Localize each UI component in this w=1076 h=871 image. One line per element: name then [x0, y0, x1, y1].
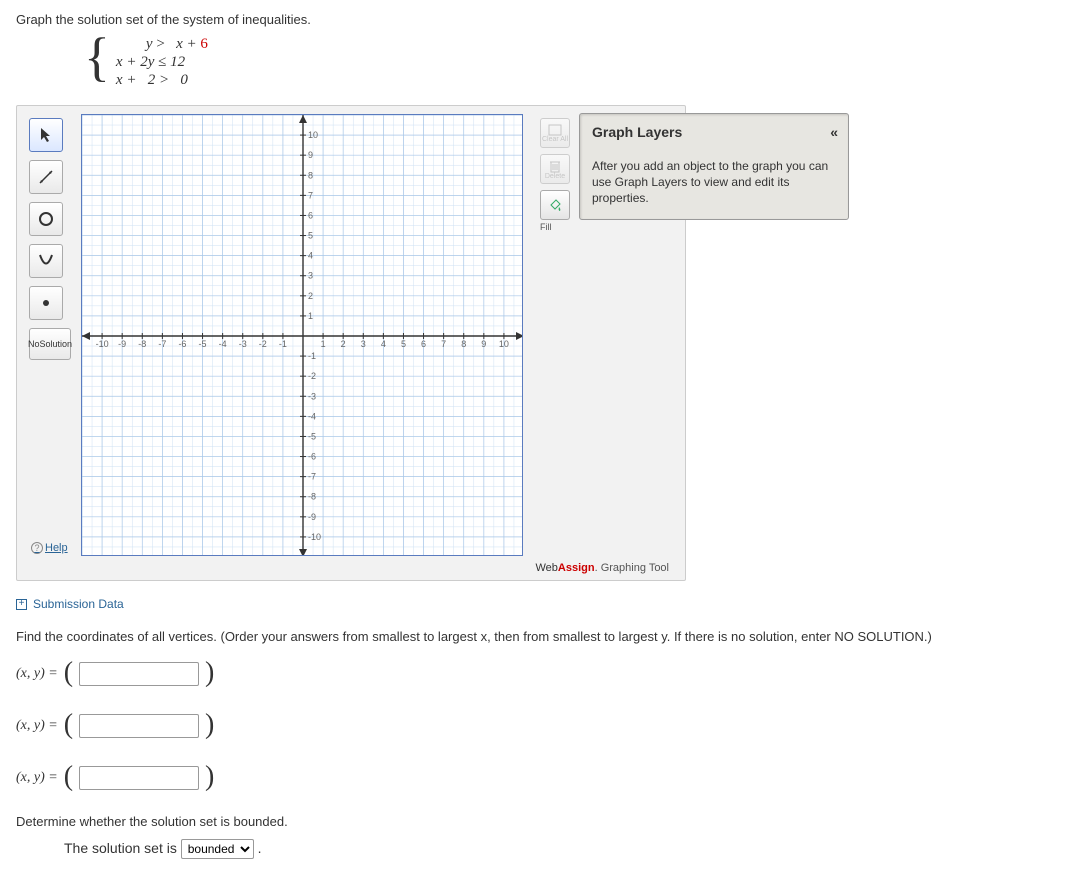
trash-icon	[549, 159, 561, 173]
pointer-tool[interactable]	[29, 118, 63, 152]
cursor-icon	[39, 127, 53, 143]
line-icon	[37, 168, 55, 186]
svg-text:-1: -1	[279, 339, 287, 349]
parabola-icon	[37, 252, 55, 270]
svg-text:-3: -3	[239, 339, 247, 349]
svg-text:-6: -6	[178, 339, 186, 349]
coordinate-grid[interactable]: -10 -9 -8 -7 -6 -5 -4 -3 -2 -1 1 2 3 4 5 6 7 8 9 10 -10 -9 -8 -…	[81, 114, 523, 556]
svg-text:-5: -5	[199, 339, 207, 349]
bounded-row: The solution set is bounded .	[64, 839, 1060, 859]
eq2: x + 2y ≤ 12	[116, 53, 208, 71]
eq1: y > x + 6	[116, 35, 208, 53]
svg-text:6: 6	[308, 210, 313, 220]
svg-text:5: 5	[401, 339, 406, 349]
delete-label: Delete	[545, 173, 565, 180]
svg-text:-6: -6	[308, 452, 316, 462]
svg-text:6: 6	[421, 339, 426, 349]
svg-text:5: 5	[308, 231, 313, 241]
vertex-1-input[interactable]	[79, 662, 199, 686]
help-link[interactable]: ? Help	[31, 542, 68, 554]
svg-text:1: 1	[321, 339, 326, 349]
point-tool[interactable]	[29, 286, 63, 320]
grid-svg: -10 -9 -8 -7 -6 -5 -4 -3 -2 -1 1 2 3 4 5 6 7 8 9 10 -10 -9 -8 -…	[82, 115, 523, 556]
svg-text:-7: -7	[158, 339, 166, 349]
svg-text:7: 7	[441, 339, 446, 349]
svg-text:10: 10	[308, 130, 318, 140]
bounded-select[interactable]: bounded	[181, 839, 254, 859]
svg-text:8: 8	[461, 339, 466, 349]
svg-text:2: 2	[341, 339, 346, 349]
svg-text:-2: -2	[308, 371, 316, 381]
point-icon	[37, 294, 55, 312]
svg-text:-4: -4	[219, 339, 227, 349]
delete-button[interactable]: Delete	[540, 154, 570, 184]
svg-text:3: 3	[308, 271, 313, 281]
expand-icon: +	[16, 599, 27, 610]
shape-toolbar: NoSolution	[29, 118, 71, 360]
layers-title: Graph Layers	[592, 124, 682, 140]
svg-text:4: 4	[381, 339, 386, 349]
vertex-row-3: (x, y) = ( )	[16, 762, 1060, 794]
svg-text:-2: -2	[259, 339, 267, 349]
xy-label: (x, y) =	[16, 718, 58, 734]
svg-text:-5: -5	[308, 431, 316, 441]
submission-data-toggle[interactable]: + Submission Data	[16, 597, 1060, 611]
svg-text:9: 9	[481, 339, 486, 349]
parabola-tool[interactable]	[29, 244, 63, 278]
fill-icon	[548, 198, 562, 212]
vertex-row-1: (x, y) = ( )	[16, 658, 1060, 690]
graph-layers-panel: Graph Layers « After you add an object t…	[579, 113, 849, 220]
svg-text:1: 1	[308, 311, 313, 321]
svg-text:4: 4	[308, 251, 313, 261]
question-prompt: Graph the solution set of the system of …	[16, 12, 1060, 27]
fill-label: Fill	[540, 222, 570, 232]
svg-text:-10: -10	[96, 339, 109, 349]
vertices-instruction: Find the coordinates of all vertices. (O…	[16, 629, 1060, 644]
vertex-3-input[interactable]	[79, 766, 199, 790]
collapse-layers-icon[interactable]: «	[830, 124, 838, 140]
svg-text:7: 7	[308, 190, 313, 200]
xy-label: (x, y) =	[16, 770, 58, 786]
circle-icon	[37, 210, 55, 228]
fill-button[interactable]	[540, 190, 570, 220]
svg-text:-10: -10	[308, 532, 321, 542]
inequality-system: { y > x + 6 x + 2y ≤ 12 x + 2 > 0	[84, 35, 1060, 89]
layers-body: After you add an object to the graph you…	[592, 158, 838, 207]
clear-icon	[548, 124, 562, 136]
svg-text:-1: -1	[308, 351, 316, 361]
graph-actions: Clear All Delete Fill	[537, 118, 573, 232]
vertex-row-2: (x, y) = ( )	[16, 710, 1060, 742]
svg-text:10: 10	[499, 339, 509, 349]
svg-text:-7: -7	[308, 472, 316, 482]
eq3: x + 2 > 0	[116, 71, 208, 89]
clear-all-label: Clear All	[542, 136, 568, 143]
svg-text:8: 8	[308, 170, 313, 180]
svg-text:-4: -4	[308, 411, 316, 421]
svg-text:-8: -8	[138, 339, 146, 349]
svg-text:9: 9	[308, 150, 313, 160]
line-tool[interactable]	[29, 160, 63, 194]
svg-text:3: 3	[361, 339, 366, 349]
svg-text:-9: -9	[308, 512, 316, 522]
svg-text:-8: -8	[308, 492, 316, 502]
system-brace: {	[84, 33, 110, 87]
no-solution-button[interactable]: NoSolution	[29, 328, 71, 360]
vertex-2-input[interactable]	[79, 714, 199, 738]
circle-tool[interactable]	[29, 202, 63, 236]
xy-label: (x, y) =	[16, 666, 58, 682]
help-icon: ?	[31, 542, 43, 554]
svg-text:-9: -9	[118, 339, 126, 349]
clear-all-button[interactable]: Clear All	[540, 118, 570, 148]
tool-brand: WebAssign. Graphing Tool	[25, 556, 677, 578]
svg-text:2: 2	[308, 291, 313, 301]
svg-text:-3: -3	[308, 391, 316, 401]
bounded-prompt: Determine whether the solution set is bo…	[16, 814, 1060, 829]
